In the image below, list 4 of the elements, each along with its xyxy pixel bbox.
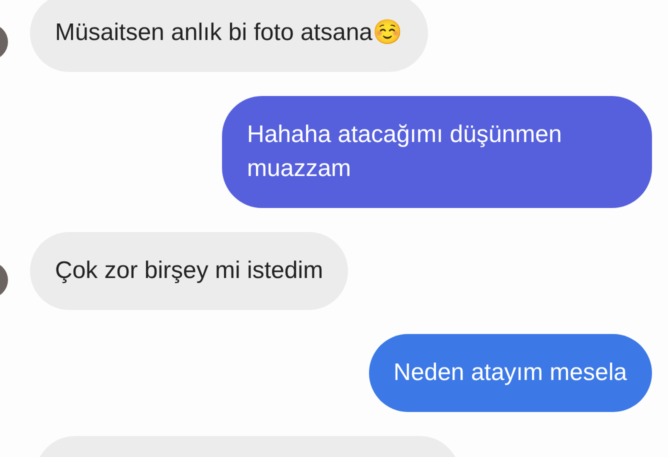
message-bubble: Hahaha atacağımı düşünmen muazzam <box>222 96 652 208</box>
message-bubble: Neden atayım mesela <box>368 334 652 412</box>
message-bubble: Çok zor birşey mi istedim <box>30 232 348 310</box>
message-bubble: Müsaitsen anlık bi foto atsana☺ <box>30 0 428 72</box>
